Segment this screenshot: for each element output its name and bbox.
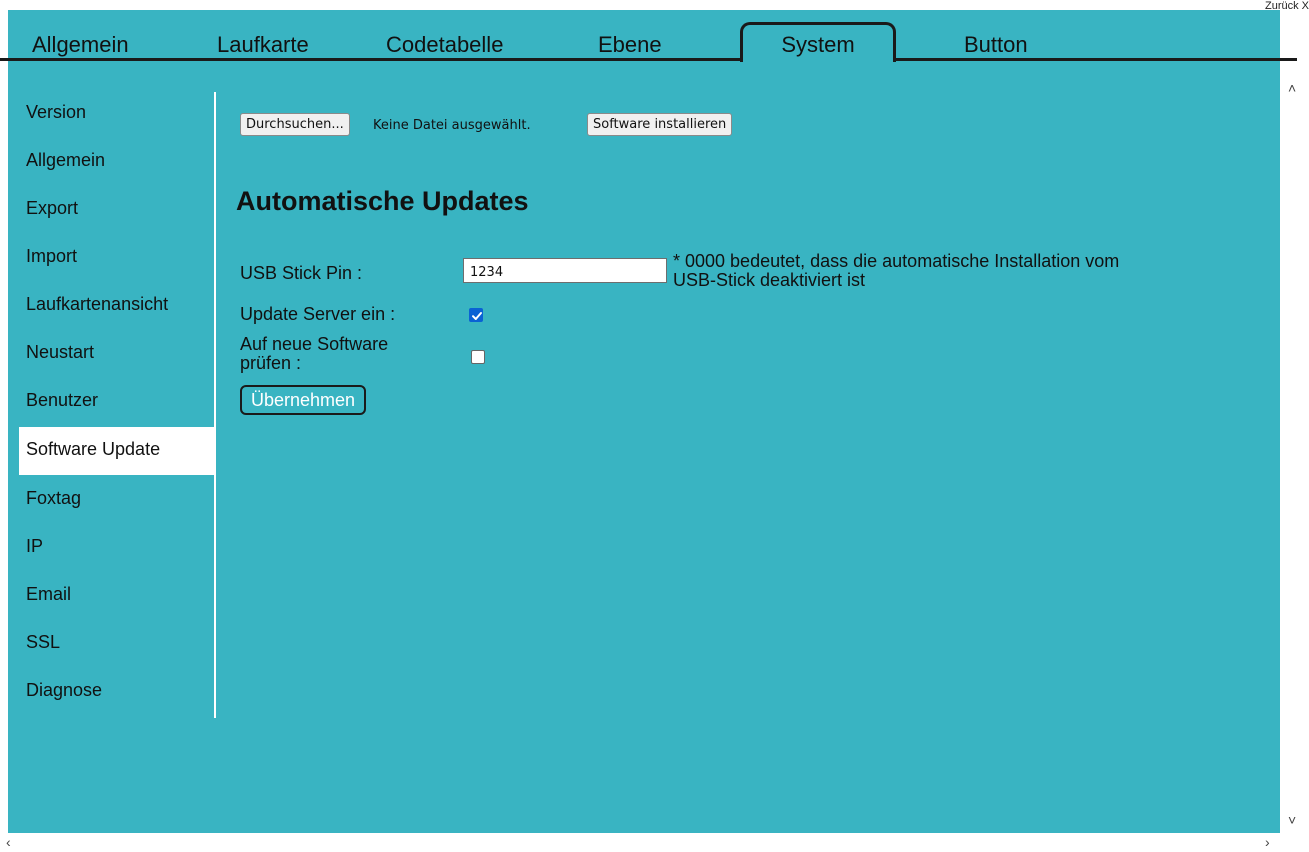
- sidebar-item-diagnose[interactable]: Diagnose: [19, 668, 215, 716]
- update-server-checkbox[interactable]: [469, 308, 483, 322]
- browse-file-button[interactable]: Durchsuchen...: [240, 113, 350, 136]
- usb-pin-label: USB Stick Pin :: [240, 263, 363, 283]
- apply-button[interactable]: Übernehmen: [240, 385, 367, 415]
- no-file-selected-text: Keine Datei ausgewählt.: [373, 118, 531, 133]
- tab-bar: Allgemein Laufkarte Codetabelle Ebene Sy…: [0, 0, 1297, 62]
- tab-system[interactable]: System: [740, 22, 896, 62]
- check-software-label: Auf neue Software prüfen :: [240, 335, 388, 373]
- sidebar-item-software-update[interactable]: Software Update: [19, 427, 215, 475]
- sidebar-item-ip[interactable]: IP: [19, 524, 215, 572]
- tab-laufkarte[interactable]: Laufkarte: [217, 32, 309, 58]
- sidebar-divider: [214, 92, 216, 718]
- usb-pin-note: * 0000 bedeutet, dass die automatische I…: [673, 252, 1119, 290]
- tab-allgemein[interactable]: Allgemein: [32, 32, 129, 58]
- usb-pin-input[interactable]: 1234: [463, 258, 667, 283]
- usb-pin-note-line1: * 0000 bedeutet, dass die automatische I…: [673, 251, 1120, 271]
- sidebar-item-foxtag[interactable]: Foxtag: [19, 476, 215, 524]
- sidebar-item-laufkartenansicht[interactable]: Laufkartenansicht: [19, 282, 215, 330]
- vertical-scrollbar[interactable]: ˄ ˅: [1280, 78, 1309, 833]
- sidebar-item-ssl[interactable]: SSL: [19, 620, 215, 668]
- check-software-label-line2: prüfen :: [240, 353, 302, 373]
- check-software-checkbox[interactable]: [471, 350, 485, 364]
- sidebar-item-allgemein[interactable]: Allgemein: [19, 138, 215, 186]
- tab-bar-baseline: [0, 58, 1297, 61]
- tab-system-label: System: [781, 32, 855, 57]
- horizontal-scrollbar[interactable]: ‹ ›: [0, 833, 1309, 852]
- scroll-up-icon[interactable]: ˄: [1288, 80, 1296, 96]
- tab-button[interactable]: Button: [964, 32, 1028, 58]
- sidebar-item-version[interactable]: Version: [19, 90, 215, 138]
- scroll-left-icon[interactable]: ‹: [6, 834, 11, 850]
- close-back-link[interactable]: Zurück X: [1265, 0, 1309, 12]
- sidebar-item-email[interactable]: Email: [19, 572, 215, 620]
- tab-ebene[interactable]: Ebene: [598, 32, 662, 58]
- sidebar-item-import[interactable]: Import: [19, 234, 215, 282]
- tab-codetabelle[interactable]: Codetabelle: [386, 32, 503, 58]
- scroll-down-icon[interactable]: ˅: [1288, 812, 1296, 828]
- sidebar-item-benutzer[interactable]: Benutzer: [19, 378, 215, 426]
- check-software-label-line1: Auf neue Software: [240, 334, 389, 354]
- checkmark-icon: [472, 312, 482, 320]
- sidebar-item-export[interactable]: Export: [19, 186, 215, 234]
- sidebar-item-neustart[interactable]: Neustart: [19, 330, 215, 378]
- usb-pin-note-line2: USB-Stick deaktiviert ist: [673, 270, 866, 290]
- update-server-label: Update Server ein :: [240, 304, 396, 324]
- scroll-right-icon[interactable]: ›: [1265, 834, 1270, 850]
- section-title: Automatische Updates: [236, 186, 529, 216]
- install-software-button[interactable]: Software installieren: [587, 113, 733, 136]
